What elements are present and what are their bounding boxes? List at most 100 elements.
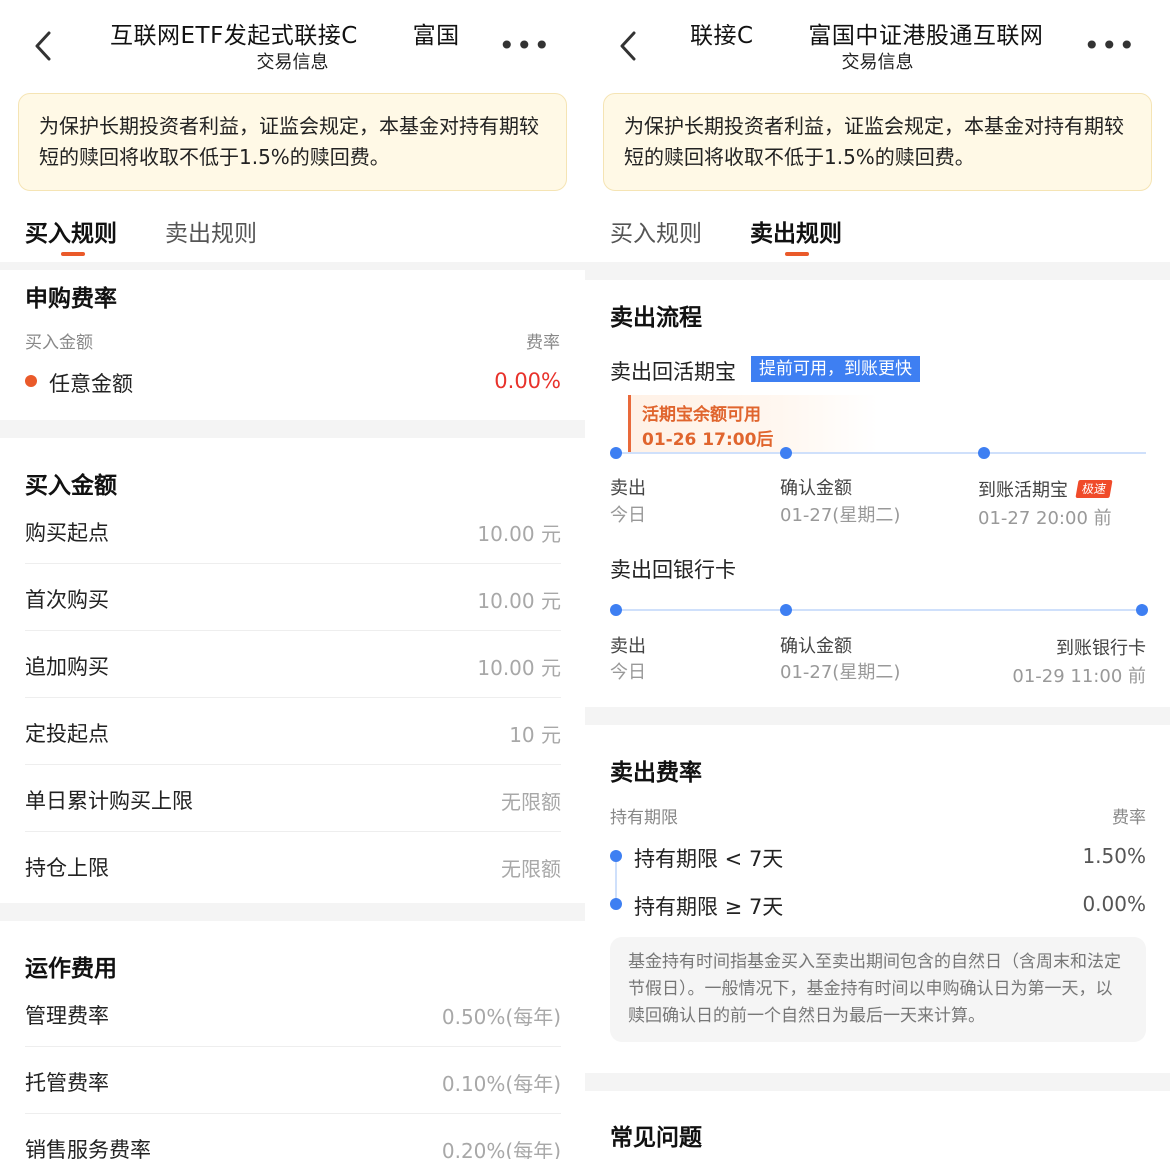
step-dot [978, 447, 990, 459]
list-item: 单日累计购买上限 无限额 [25, 765, 561, 832]
col-header-period: 持有期限 [610, 808, 678, 828]
col-header-amount: 买入金额 [25, 333, 93, 353]
list-item: 追加购买 10.00 元 [25, 631, 561, 698]
faq-title[interactable]: 常见问题 [610, 1118, 702, 1152]
huoqi-flow-track [616, 452, 1146, 454]
section-divider [585, 262, 1170, 280]
huoqi-route-title: 卖出回活期宝 [610, 360, 736, 384]
row-label: 首次购买 [25, 588, 109, 612]
subscription-fee-title: 申购费率 [25, 286, 117, 312]
row-label: 持仓上限 [25, 856, 109, 880]
row-label: 销售服务费率 [25, 1138, 151, 1159]
holding-period-note: 基金持有时间指基金买入至卖出期间包含的自然日（含周末和法定节假日）。一般情况下，… [610, 937, 1146, 1042]
row-label: 购买起点 [25, 521, 109, 545]
huoqi-available-tip: 活期宝余额可用 01-26 17:00后 [628, 395, 878, 453]
list-item: 持仓上限 无限额 [25, 832, 561, 899]
step-sub: 01-29 11:00 前 [1012, 666, 1146, 687]
list-item: 销售服务费率 0.20%(每年) [25, 1114, 561, 1159]
row-value: 无限额 [501, 857, 561, 881]
bullet-dot [25, 375, 37, 387]
list-item: 购买起点 10.00 元 [25, 497, 561, 564]
row-label: 定投起点 [25, 722, 109, 746]
fee-tier-label: 持有期限 ≥ 7天 [634, 895, 784, 919]
row-label: 追加购买 [25, 655, 109, 679]
redemption-notice: 为保护长期投资者利益，证监会规定，本基金对持有期较短的赎回将收取不低于1.5%的… [18, 93, 567, 191]
col-header-rate: 费率 [1112, 808, 1146, 828]
fee-row-label: 任意金额 [49, 372, 133, 396]
bank-flow-track [616, 609, 1142, 611]
tier-dot [610, 898, 622, 910]
operating-fee-title: 运作费用 [25, 956, 117, 982]
list-item: 管理费率 0.50%(每年) [25, 980, 561, 1047]
right-screen: 联接C 富国中证港股通互联网 交易信息 ••• 为保护长期投资者利益，证监会规定… [585, 0, 1170, 1159]
step-label: 确认金额 [780, 478, 852, 499]
redemption-fee-title: 卖出费率 [610, 760, 702, 786]
active-tab-indicator [61, 252, 85, 256]
step-label: 到账银行卡 [1056, 638, 1146, 659]
more-icon[interactable]: ••• [1083, 32, 1136, 60]
tab-buy-rules[interactable]: 买入规则 [25, 214, 117, 248]
tier-dot [610, 850, 622, 862]
fee-tier-rate: 0.00% [1082, 892, 1146, 916]
row-label: 管理费率 [25, 1004, 109, 1028]
step-dot [610, 604, 622, 616]
fee-row-rate: 0.00% [494, 369, 561, 393]
row-label: 单日累计购买上限 [25, 789, 193, 813]
row-value: 10.00 元 [477, 656, 561, 680]
list-item: 定投起点 10 元 [25, 698, 561, 765]
tab-buy-rules[interactable]: 买入规则 [610, 214, 702, 248]
fee-tier-label: 持有期限 < 7天 [634, 847, 784, 871]
step-dot [1136, 604, 1148, 616]
step-dot [780, 447, 792, 459]
step-label: 确认金额 [780, 636, 852, 657]
buy-amount-title: 买入金额 [25, 473, 117, 499]
section-divider [0, 262, 585, 270]
page-subtitle: 交易信息 [256, 52, 329, 73]
row-value: 0.20%(每年) [441, 1139, 561, 1159]
bank-route-title: 卖出回银行卡 [610, 558, 736, 582]
row-value: 10.00 元 [477, 589, 561, 613]
row-label: 托管费率 [25, 1071, 109, 1095]
left-screen: 互联网ETF发起式联接C 富国 交易信息 ••• 为保护长期投资者利益，证监会规… [0, 0, 585, 1159]
row-value: 10.00 元 [477, 522, 561, 546]
express-badge: 极速 [1075, 480, 1113, 498]
row-value: 无限额 [501, 790, 561, 814]
list-item: 首次购买 10.00 元 [25, 564, 561, 631]
rule-tabs: 买入规则 卖出规则 [585, 210, 1170, 270]
fast-arrival-badge: 提前可用，到账更快 [751, 356, 920, 382]
step-dot [610, 447, 622, 459]
page-subtitle: 交易信息 [841, 52, 914, 73]
tip-line-1: 活期宝余额可用 [642, 405, 761, 425]
step-sub: 01-27(星期二) [780, 505, 901, 526]
list-item: 托管费率 0.10%(每年) [25, 1047, 561, 1114]
step-label: 卖出 [610, 478, 646, 499]
nav-bar: 互联网ETF发起式联接C 富国 交易信息 ••• [0, 0, 585, 82]
nav-bar: 联接C 富国中证港股通互联网 交易信息 ••• [585, 0, 1170, 82]
fee-tier-rate: 1.50% [1082, 844, 1146, 868]
tip-line-2: 01-26 17:00后 [642, 430, 774, 450]
rule-tabs: 买入规则 卖出规则 [0, 210, 585, 270]
tab-sell-rules[interactable]: 卖出规则 [750, 214, 842, 248]
fund-title: 联接C 富国中证港股通互联网 [690, 23, 1044, 49]
row-value: 0.50%(每年) [441, 1005, 561, 1029]
step-sub: 今日 [610, 505, 646, 526]
step-sub: 01-27 20:00 前 [978, 508, 1112, 529]
redemption-notice: 为保护长期投资者利益，证监会规定，本基金对持有期较短的赎回将收取不低于1.5%的… [603, 93, 1152, 191]
section-divider [0, 420, 585, 438]
step-label: 卖出 [610, 636, 646, 657]
step-sub: 今日 [610, 662, 646, 683]
section-divider [585, 1073, 1170, 1091]
tab-sell-rules[interactable]: 卖出规则 [165, 214, 257, 248]
fund-title: 互联网ETF发起式联接C 富国 [110, 23, 460, 49]
row-value: 0.10%(每年) [441, 1072, 561, 1096]
active-tab-indicator [785, 252, 809, 256]
row-value: 10 元 [509, 723, 561, 747]
step-label: 到账活期宝 [978, 480, 1068, 501]
step-sub: 01-27(星期二) [780, 662, 901, 683]
more-icon[interactable]: ••• [498, 32, 551, 60]
step-dot [780, 604, 792, 616]
section-divider [585, 707, 1170, 725]
sell-flow-title: 卖出流程 [610, 305, 702, 331]
col-header-rate: 费率 [526, 333, 560, 353]
section-divider [0, 903, 585, 921]
